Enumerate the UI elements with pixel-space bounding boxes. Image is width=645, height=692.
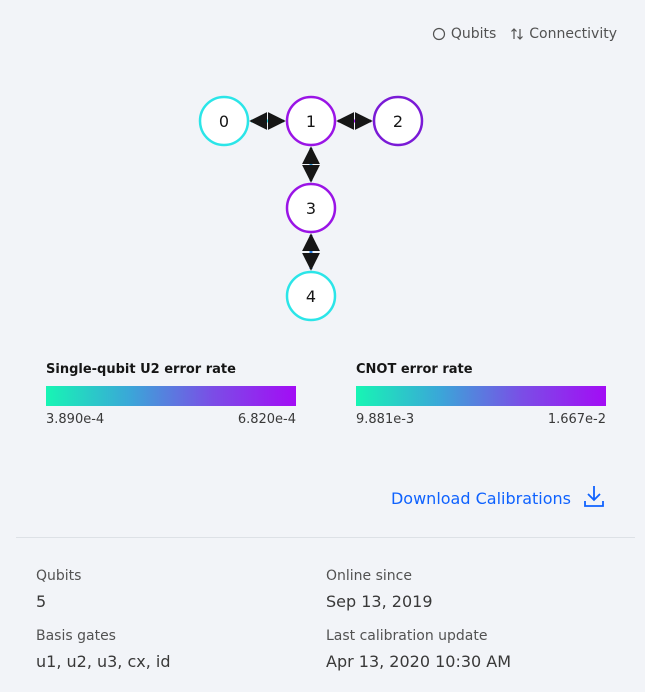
single-qubit-max: 6.820e-4 — [237, 412, 296, 427]
qubit-label: 3 — [306, 199, 316, 218]
basis-gates-label: Basis gates — [36, 628, 116, 644]
online-since-label: Online since — [326, 568, 412, 584]
qubits-info-value: 5 — [36, 592, 47, 611]
qubit-label: 1 — [306, 112, 316, 131]
cnot-error-legend: CNOT error rate 9.881e-3 1.667e-2 — [356, 362, 606, 427]
single-qubit-error-legend: Single-qubit U2 error rate 3.890e-4 6.82… — [46, 362, 296, 427]
cnot-min: 9.881e-3 — [356, 412, 415, 427]
download-calibrations-link[interactable]: Download Calibrations — [391, 484, 605, 512]
qubit-node-3[interactable]: 3 — [285, 182, 337, 234]
basis-gates-value: u1, u2, u3, cx, id — [36, 652, 171, 671]
cnot-gradient-bar — [356, 386, 606, 406]
single-qubit-legend-title: Single-qubit U2 error rate — [46, 362, 236, 377]
qubit-connectivity-graph: 0 1 2 3 4 — [198, 95, 424, 322]
qubit-node-2[interactable]: 2 — [372, 95, 424, 147]
qubit-node-0[interactable]: 0 — [198, 95, 250, 147]
basis-gates-info: Basis gates u1, u2, u3, cx, id — [36, 628, 171, 671]
online-since-info: Online since Sep 13, 2019 — [326, 568, 433, 611]
qubit-label: 2 — [393, 112, 403, 131]
cnot-legend-title: CNOT error rate — [356, 362, 473, 377]
download-calibrations-label: Download Calibrations — [390, 488, 571, 508]
last-calibration-info: Last calibration update Apr 13, 2020 10:… — [326, 628, 511, 671]
online-since-value: Sep 13, 2019 — [326, 592, 433, 611]
last-calibration-value: Apr 13, 2020 10:30 AM — [326, 652, 512, 671]
last-calibration-label: Last calibration update — [326, 628, 488, 644]
cnot-max: 1.667e-2 — [547, 412, 606, 427]
section-divider — [16, 537, 635, 538]
qubits-info: Qubits 5 — [36, 568, 81, 611]
qubit-label: 0 — [219, 112, 229, 131]
qubit-node-1[interactable]: 1 — [285, 95, 337, 147]
download-icon — [583, 484, 605, 512]
qubit-node-4[interactable]: 4 — [285, 270, 337, 322]
qubits-info-label: Qubits — [36, 568, 82, 584]
single-qubit-gradient-bar — [46, 386, 296, 406]
qubit-label: 4 — [306, 287, 316, 306]
single-qubit-min: 3.890e-4 — [46, 412, 105, 427]
